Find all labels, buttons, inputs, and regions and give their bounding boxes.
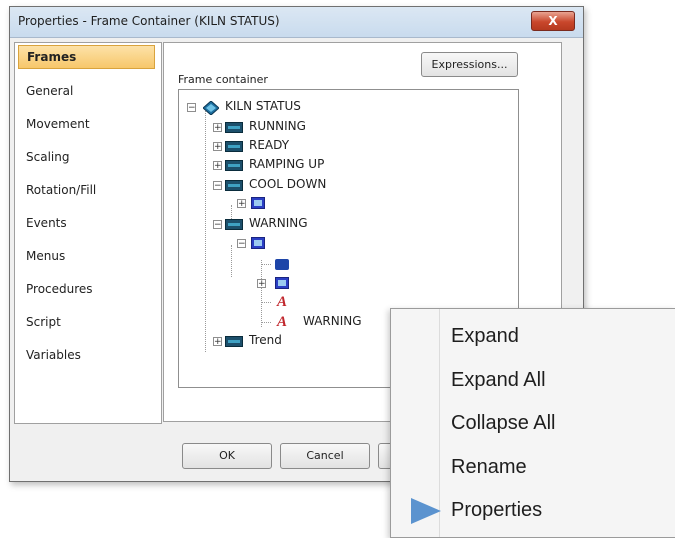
- frame-icon: [225, 219, 243, 230]
- frame-icon: [225, 122, 243, 133]
- expand-icon[interactable]: +: [237, 199, 246, 209]
- tree-label: RUNNING: [249, 119, 306, 133]
- expand-icon[interactable]: +: [213, 337, 222, 347]
- category-events[interactable]: Events: [18, 211, 155, 235]
- category-menus[interactable]: Menus: [18, 244, 155, 268]
- tree-line: [231, 245, 232, 277]
- category-rotation-fill[interactable]: Rotation/Fill: [18, 178, 155, 202]
- expressions-button[interactable]: Expressions...: [421, 52, 518, 77]
- menu-item-rename[interactable]: Rename: [451, 456, 527, 479]
- expand-icon[interactable]: +: [213, 142, 222, 152]
- tree-line: [261, 302, 271, 303]
- context-menu: Expand Expand All Collapse All Rename Pr…: [390, 308, 675, 538]
- tree-label: Trend: [249, 333, 282, 347]
- menu-item-collapse-all[interactable]: Collapse All: [451, 412, 556, 435]
- frame-icon: [225, 336, 243, 347]
- menu-item-properties[interactable]: Properties: [451, 499, 542, 522]
- tree-label: COOL DOWN: [249, 177, 327, 191]
- category-scaling[interactable]: Scaling: [18, 145, 155, 169]
- text-object-icon: A: [277, 314, 288, 330]
- ok-button[interactable]: OK: [182, 443, 272, 469]
- tree-line: [205, 108, 206, 352]
- tree-line: [261, 322, 271, 323]
- pointer-arrow-icon: [411, 498, 441, 524]
- text-object-icon: A: [277, 294, 288, 310]
- collapse-icon[interactable]: −: [237, 239, 246, 249]
- collapse-icon[interactable]: −: [187, 103, 196, 113]
- tree-label: KILN STATUS: [225, 99, 301, 113]
- tree-label: RAMPING UP: [249, 157, 325, 171]
- expand-icon[interactable]: +: [213, 123, 222, 133]
- symbol-icon: [275, 259, 289, 270]
- expand-icon[interactable]: +: [257, 279, 266, 289]
- frame-container-label: Frame container: [178, 73, 268, 86]
- menu-item-expand-all[interactable]: Expand All: [451, 369, 546, 392]
- group-icon: [275, 277, 289, 289]
- expand-icon[interactable]: +: [213, 161, 222, 171]
- category-frames[interactable]: Frames: [18, 45, 155, 69]
- collapse-icon[interactable]: −: [213, 181, 222, 191]
- window-title: Properties - Frame Container (KILN STATU…: [18, 14, 280, 28]
- frame-icon: [225, 180, 243, 191]
- title-bar[interactable]: Properties - Frame Container (KILN STATU…: [10, 7, 583, 38]
- close-button[interactable]: X: [531, 11, 575, 31]
- frame-icon: [225, 141, 243, 152]
- tree-label: WARNING: [249, 216, 308, 230]
- tree-label: READY: [249, 138, 290, 152]
- category-movement[interactable]: Movement: [18, 112, 155, 136]
- menu-item-expand[interactable]: Expand: [451, 325, 519, 348]
- group-icon: [251, 197, 265, 209]
- category-variables[interactable]: Variables: [18, 343, 155, 367]
- collapse-icon[interactable]: −: [213, 220, 222, 230]
- frame-icon: [225, 160, 243, 171]
- cancel-button[interactable]: Cancel: [280, 443, 370, 469]
- tree-line: [261, 264, 271, 265]
- category-general[interactable]: General: [18, 79, 155, 103]
- tree-line: [261, 260, 262, 327]
- frame-container-icon: [202, 100, 220, 116]
- tree-label: WARNING: [303, 314, 362, 328]
- category-procedures[interactable]: Procedures: [18, 277, 155, 301]
- group-icon: [251, 237, 265, 249]
- category-script[interactable]: Script: [18, 310, 155, 334]
